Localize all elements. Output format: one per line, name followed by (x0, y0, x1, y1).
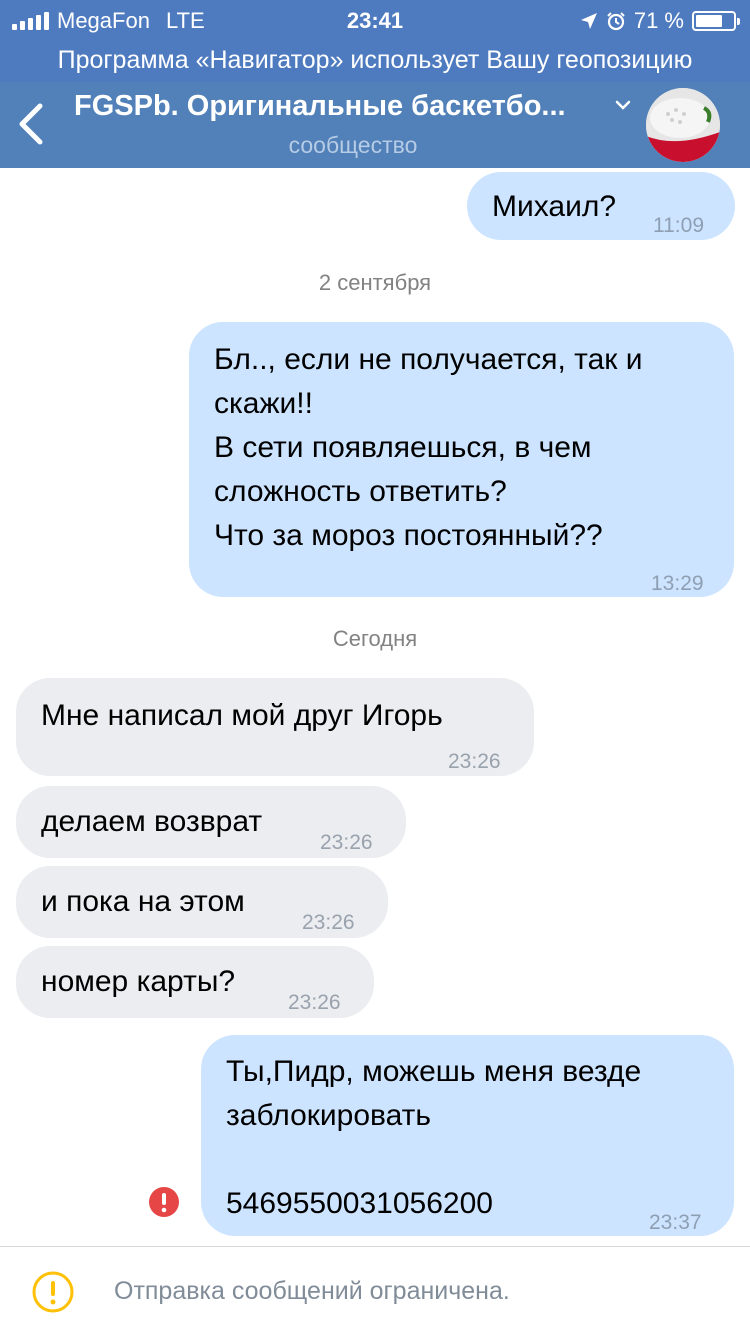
alarm-icon (607, 12, 625, 31)
chevron-down-icon[interactable] (612, 94, 634, 116)
message-text: номер карты? (41, 965, 236, 998)
message-incoming[interactable]: номер карты? 23:26 (16, 946, 374, 1018)
date-separator: Сегодня (332, 626, 418, 651)
message-incoming[interactable]: Мне написал мой друг Игорь 23:26 (16, 678, 534, 776)
battery-icon (692, 11, 740, 31)
message-text: Михаил? (492, 190, 617, 223)
message-text: и пока на этом (41, 885, 245, 918)
message-incoming[interactable]: делаем возврат 23:26 (16, 786, 406, 858)
message-time: 13:29 (651, 572, 704, 595)
date-separator: 2 сентября (318, 270, 432, 295)
battery-percent: 71 % (633, 8, 684, 33)
message-outgoing[interactable]: Бл.., если не получается, так и скажи!! … (189, 322, 734, 597)
message-outgoing-failed[interactable]: Ты,Пидр, можешь меня везде заблокировать… (201, 1035, 734, 1236)
message-time: 23:26 (302, 911, 355, 934)
messaging-restricted-text: Отправка сообщений ограничена. (114, 1277, 510, 1305)
status-bar: MegaFon LTE 23:41 71 % (0, 0, 750, 40)
message-time: 23:26 (288, 991, 341, 1014)
composer-restricted-bar: Отправка сообщений ограничена. (0, 1246, 750, 1334)
location-usage-banner[interactable]: Программа «Навигатор» использует Вашу ге… (0, 40, 750, 82)
community-avatar[interactable] (646, 88, 720, 162)
chat-title[interactable]: FGSPb. Оригинальные баскетбо... (74, 90, 604, 123)
message-text: Мне написал мой друг Игорь (41, 699, 443, 732)
message-text: делаем возврат (41, 805, 263, 838)
message-incoming[interactable]: и пока на этом 23:26 (16, 866, 388, 938)
message-text: Ты,Пидр, можешь меня везде заблокировать… (226, 1055, 642, 1220)
message-time: 23:26 (448, 750, 501, 773)
location-arrow-icon (580, 13, 597, 29)
message-text: Бл.., если не получается, так и скажи!! … (214, 343, 643, 552)
chat-header: FGSPb. Оригинальные баскетбо... сообщест… (0, 82, 750, 168)
warning-icon (32, 1271, 74, 1313)
message-time: 11:09 (653, 214, 704, 237)
send-error-icon[interactable] (148, 1186, 180, 1218)
message-time: 23:26 (320, 831, 373, 854)
message-time: 23:37 (649, 1211, 702, 1234)
message-outgoing[interactable]: Михаил? 11:09 (467, 172, 735, 240)
chat-subtitle: сообщество (288, 132, 418, 158)
